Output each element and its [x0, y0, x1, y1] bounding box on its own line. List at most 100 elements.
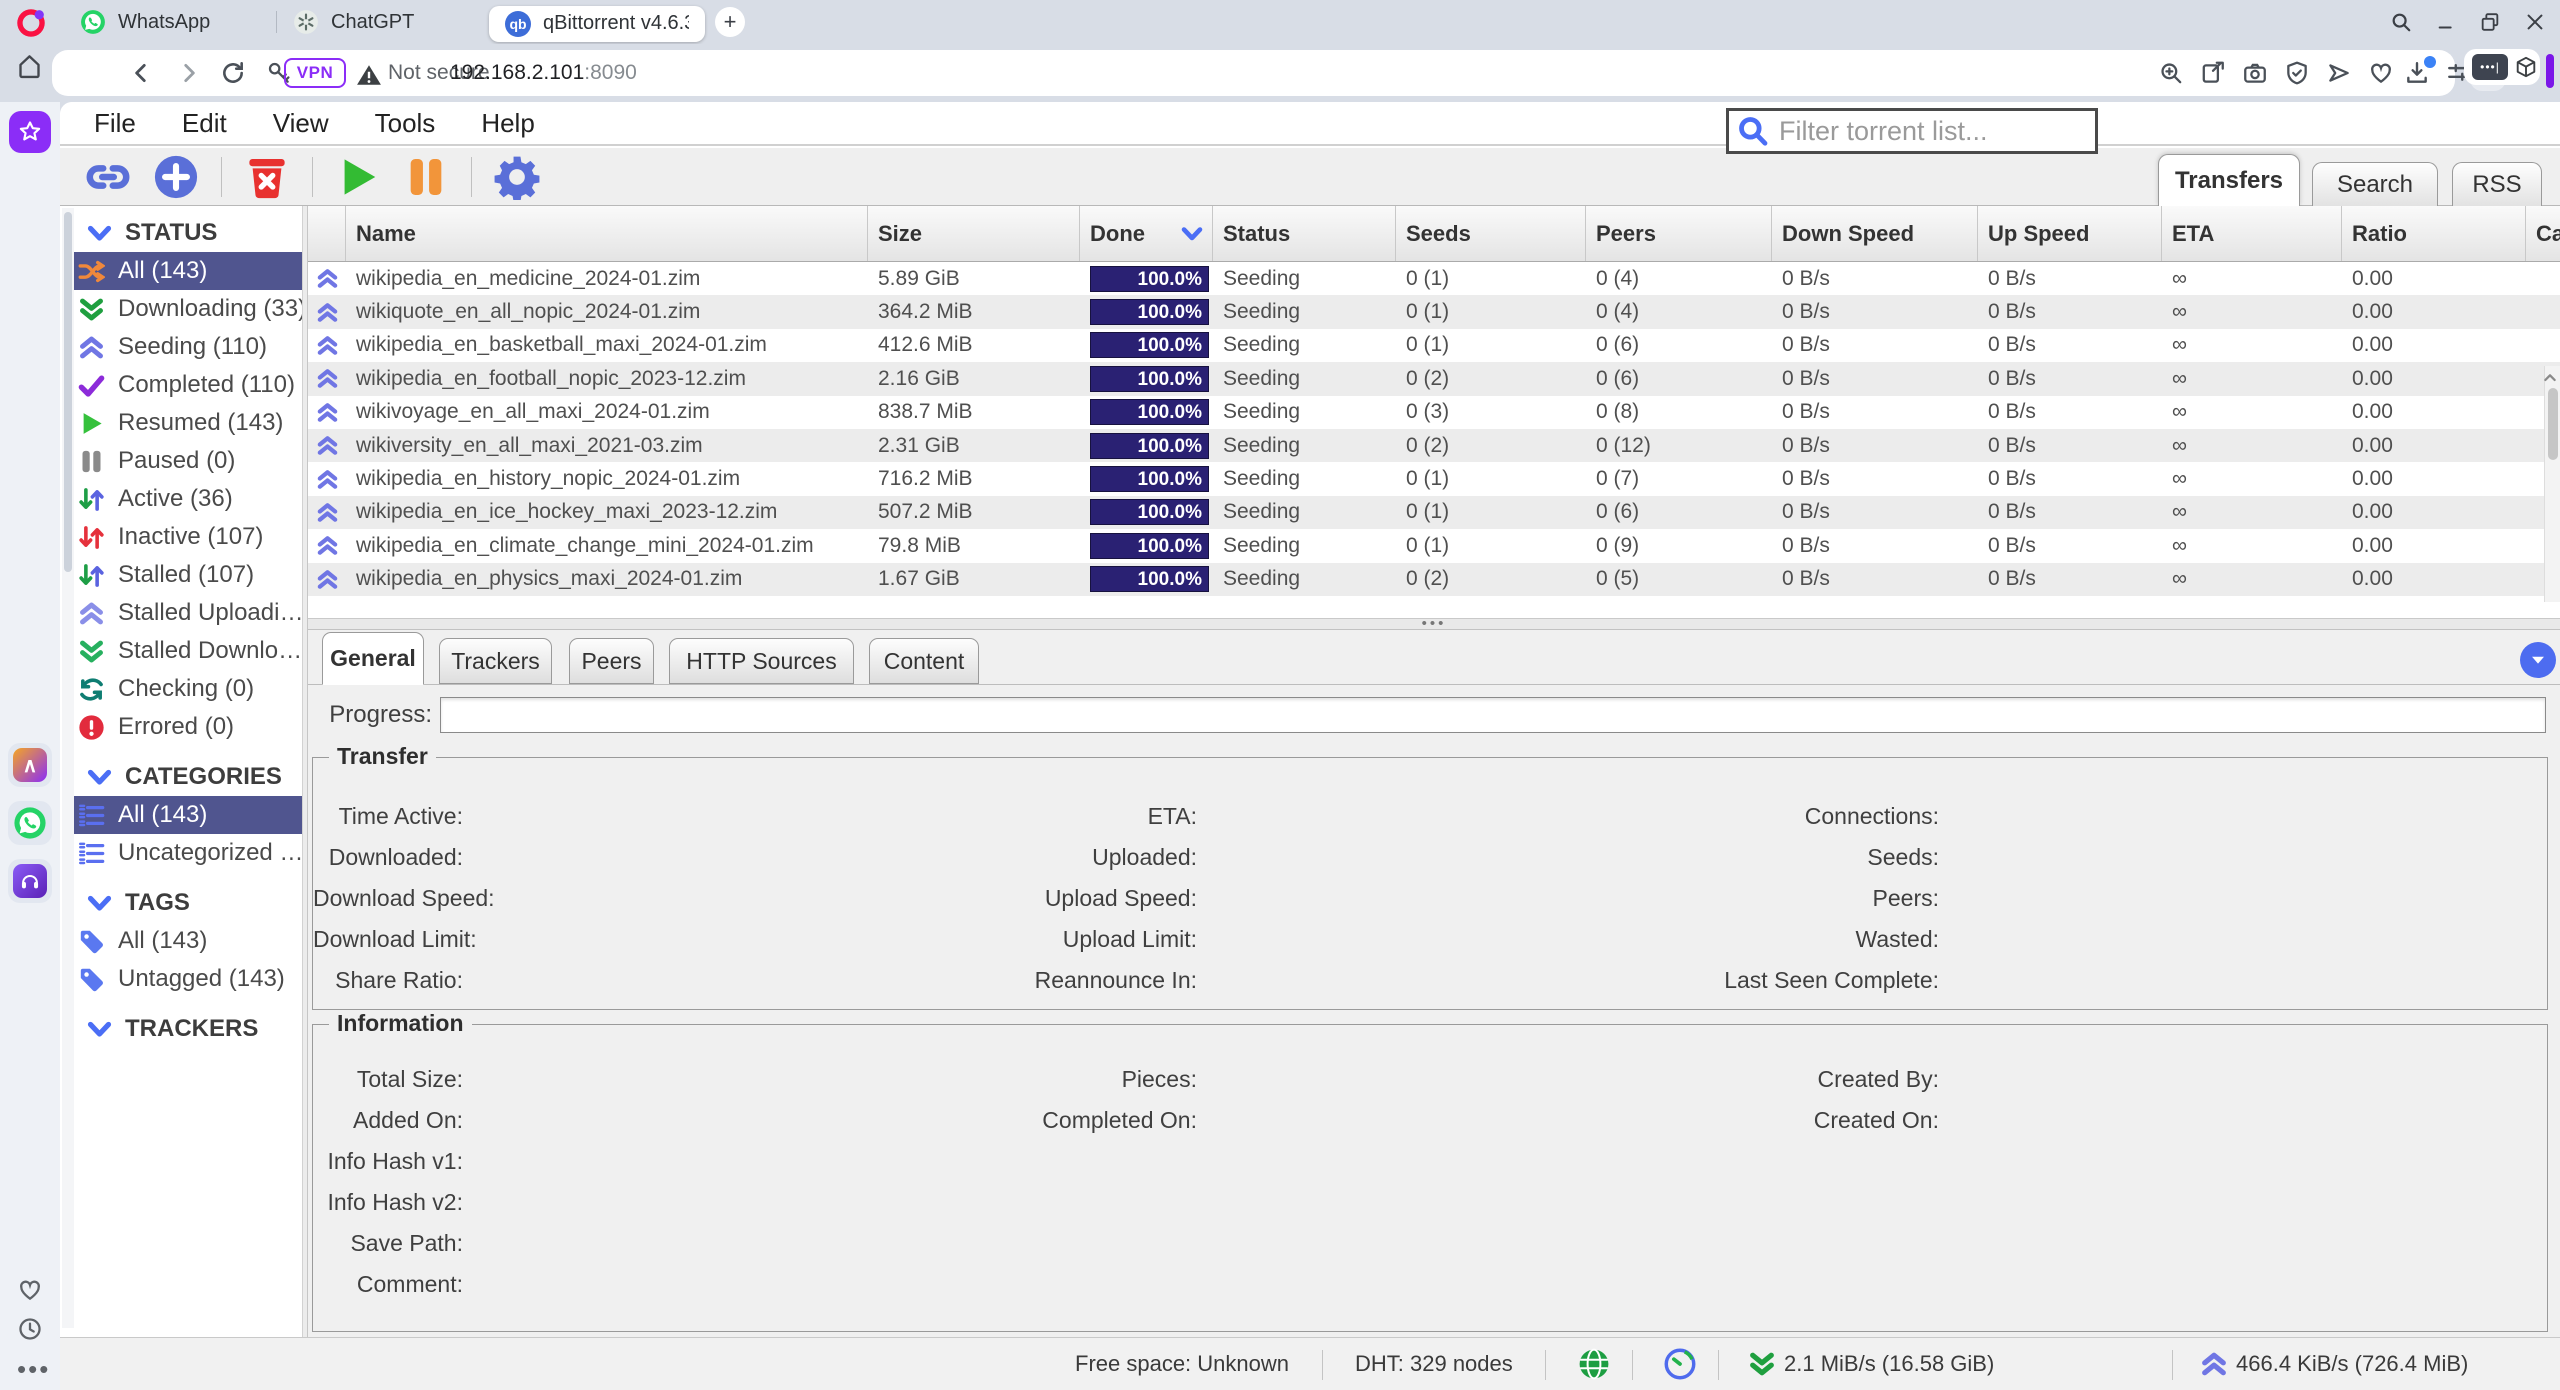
table-row[interactable]: wikiversity_en_all_maxi_2021-03.zim2.31 …	[308, 429, 2560, 462]
sidebar-item-stalled-downlo-[interactable]: Stalled Downlo…	[60, 632, 302, 670]
sidebar-item-all-143-[interactable]: All (143)	[74, 796, 302, 834]
window-close-icon[interactable]	[2524, 11, 2546, 33]
snapshot-camera-icon[interactable]	[2242, 60, 2268, 86]
sidebar-item-stalled-107-[interactable]: Stalled (107)	[60, 556, 302, 594]
table-row[interactable]: wikivoyage_en_all_maxi_2024-01.zim838.7 …	[308, 396, 2560, 429]
column-header-done[interactable]: Done	[1080, 206, 1213, 261]
sidebar-item-downloading-33-[interactable]: Downloading (33)	[60, 290, 302, 328]
detail-tab-peers[interactable]: Peers	[569, 638, 654, 684]
sidebar-item-inactive-107-[interactable]: Inactive (107)	[60, 518, 302, 556]
column-header-peers[interactable]: Peers	[1586, 206, 1772, 261]
vpn-badge[interactable]: VPN	[284, 58, 346, 88]
tab-rss[interactable]: RSS	[2452, 162, 2542, 206]
reload-icon[interactable]	[220, 60, 246, 86]
section-header-status[interactable]: STATUS	[60, 214, 302, 252]
table-row[interactable]: wikiquote_en_all_nopic_2024-01.zim364.2 …	[308, 295, 2560, 328]
tab-transfers[interactable]: Transfers	[2158, 154, 2300, 206]
shield-check-icon[interactable]	[2284, 60, 2310, 86]
menu-edit[interactable]: Edit	[182, 108, 227, 139]
column-header-up-speed[interactable]: Up Speed	[1978, 206, 2162, 261]
browser-tab-whatsapp[interactable]: WhatsApp	[64, 0, 276, 44]
column-header-ca[interactable]: Ca	[2526, 206, 2560, 261]
sidebar-item-checking-0-[interactable]: Checking (0)	[60, 670, 302, 708]
opera-menu-button[interactable]	[16, 8, 46, 38]
rail-heart-icon[interactable]	[17, 1277, 43, 1303]
column-header-ratio[interactable]: Ratio	[2342, 206, 2526, 261]
column-header-size[interactable]: Size	[868, 206, 1080, 261]
window-minimize-icon[interactable]	[2436, 11, 2458, 33]
sidebar-item-paused-0-[interactable]: Paused (0)	[60, 442, 302, 480]
sidebar-item-all-143-[interactable]: All (143)	[60, 922, 302, 960]
table-row[interactable]: wikipedia_en_medicine_2024-01.zim5.89 Gi…	[308, 262, 2560, 295]
column-header-eta[interactable]: ETA	[2162, 206, 2342, 261]
section-header-categories[interactable]: CATEGORIES	[60, 758, 302, 796]
sidebar-item-completed-110-[interactable]: Completed (110)	[60, 366, 302, 404]
sidebar-item-resumed-143-[interactable]: Resumed (143)	[60, 404, 302, 442]
column-header-seeds[interactable]: Seeds	[1396, 206, 1586, 261]
table-row[interactable]: wikipedia_en_ice_hockey_maxi_2023-12.zim…	[308, 496, 2560, 529]
whatsapp-app-icon[interactable]	[8, 801, 52, 845]
detail-tab-http-sources[interactable]: HTTP Sources	[669, 638, 854, 684]
sidebar-item-stalled-uploadi-[interactable]: Stalled Uploadi…	[60, 594, 302, 632]
forward-icon[interactable]	[176, 60, 202, 86]
menu-help[interactable]: Help	[481, 108, 534, 139]
section-header-trackers[interactable]: TRACKERS	[60, 1010, 302, 1048]
table-row[interactable]: wikipedia_en_football_nopic_2023-12.zim2…	[308, 362, 2560, 395]
favorite-heart-icon[interactable]	[2368, 60, 2394, 86]
detail-tab-content[interactable]: Content	[869, 638, 979, 684]
rail-history-clock-icon[interactable]	[17, 1316, 43, 1342]
detail-tab-trackers[interactable]: Trackers	[439, 638, 552, 684]
delete-torrent-button[interactable]	[244, 154, 290, 200]
zoom-page-icon[interactable]	[2158, 60, 2184, 86]
browser-search-icon[interactable]	[2390, 11, 2412, 33]
url-text[interactable]: 192.168.2.101:8090	[450, 61, 637, 85]
gauge-icon[interactable]	[1664, 1348, 1696, 1380]
pinned-app-icon[interactable]: ∧	[8, 743, 52, 787]
detail-tab-general[interactable]: General	[322, 632, 424, 685]
password-manager-icon[interactable]: •••|	[2472, 54, 2508, 80]
column-header-name[interactable]: Name	[346, 206, 868, 261]
resume-torrent-button[interactable]	[335, 154, 381, 200]
sidebar-toggle-handle[interactable]	[2546, 54, 2554, 88]
new-tab-button[interactable]: +	[715, 7, 745, 37]
address-bar[interactable]: VPN Not secure 192.168.2.101:8090	[52, 50, 2455, 96]
column-header-down-speed[interactable]: Down Speed	[1772, 206, 1978, 261]
sidebar-item-uncategorized-[interactable]: Uncategorized …	[60, 834, 302, 872]
table-vertical-scrollbar[interactable]	[2544, 366, 2560, 602]
column-header-icon[interactable]	[308, 206, 346, 261]
globe-icon[interactable]	[1578, 1348, 1610, 1380]
filter-input[interactable]	[1769, 116, 2087, 147]
tab-search[interactable]: Search	[2312, 162, 2438, 206]
aria-icon[interactable]	[9, 111, 51, 153]
home-icon[interactable]	[16, 53, 43, 80]
sidebar-item-seeding-110-[interactable]: Seeding (110)	[60, 328, 302, 366]
sidebar-item-active-36-[interactable]: Active (36)	[60, 480, 302, 518]
table-row[interactable]: wikipedia_en_climate_change_mini_2024-01…	[308, 529, 2560, 562]
rail-more-icon[interactable]: •••	[17, 1354, 43, 1380]
column-header-status[interactable]: Status	[1213, 206, 1396, 261]
menu-tools[interactable]: Tools	[375, 108, 436, 139]
browser-tab-chatgpt[interactable]: ChatGPT	[277, 0, 489, 44]
table-row[interactable]: wikipedia_en_basketball_maxi_2024-01.zim…	[308, 329, 2560, 362]
table-row[interactable]: wikipedia_en_physics_maxi_2024-01.zim1.6…	[308, 563, 2560, 596]
section-header-tags[interactable]: TAGS	[60, 884, 302, 922]
extensions-cube-icon[interactable]	[2514, 55, 2538, 79]
table-row[interactable]: wikipedia_en_history_nopic_2024-01.zim71…	[308, 462, 2560, 495]
scroll-up-icon[interactable]	[2542, 370, 2558, 386]
menu-view[interactable]: View	[273, 108, 329, 139]
collapse-panel-button[interactable]	[2520, 642, 2556, 678]
options-button[interactable]	[494, 154, 540, 200]
pause-torrent-button[interactable]	[403, 154, 449, 200]
add-torrent-file-button[interactable]	[153, 154, 199, 200]
sidebar-item-all-143-[interactable]: All (143)	[74, 252, 302, 290]
sidebar-item-errored-0-[interactable]: Errored (0)	[60, 708, 302, 746]
share-send-icon[interactable]	[2326, 60, 2352, 86]
browser-tab-qbittorrent-v4-6-3-web-ui[interactable]: qbqBittorrent v4.6.3 Web UI	[489, 6, 705, 42]
sidebar-item-untagged-143-[interactable]: Untagged (143)	[60, 960, 302, 998]
horizontal-splitter[interactable]: •••	[308, 618, 2560, 630]
music-app-icon[interactable]	[8, 859, 52, 903]
pinboard-icon[interactable]	[2200, 60, 2226, 86]
back-icon[interactable]	[128, 60, 154, 86]
add-torrent-link-button[interactable]	[85, 154, 131, 200]
window-maximize-icon[interactable]	[2479, 11, 2501, 33]
